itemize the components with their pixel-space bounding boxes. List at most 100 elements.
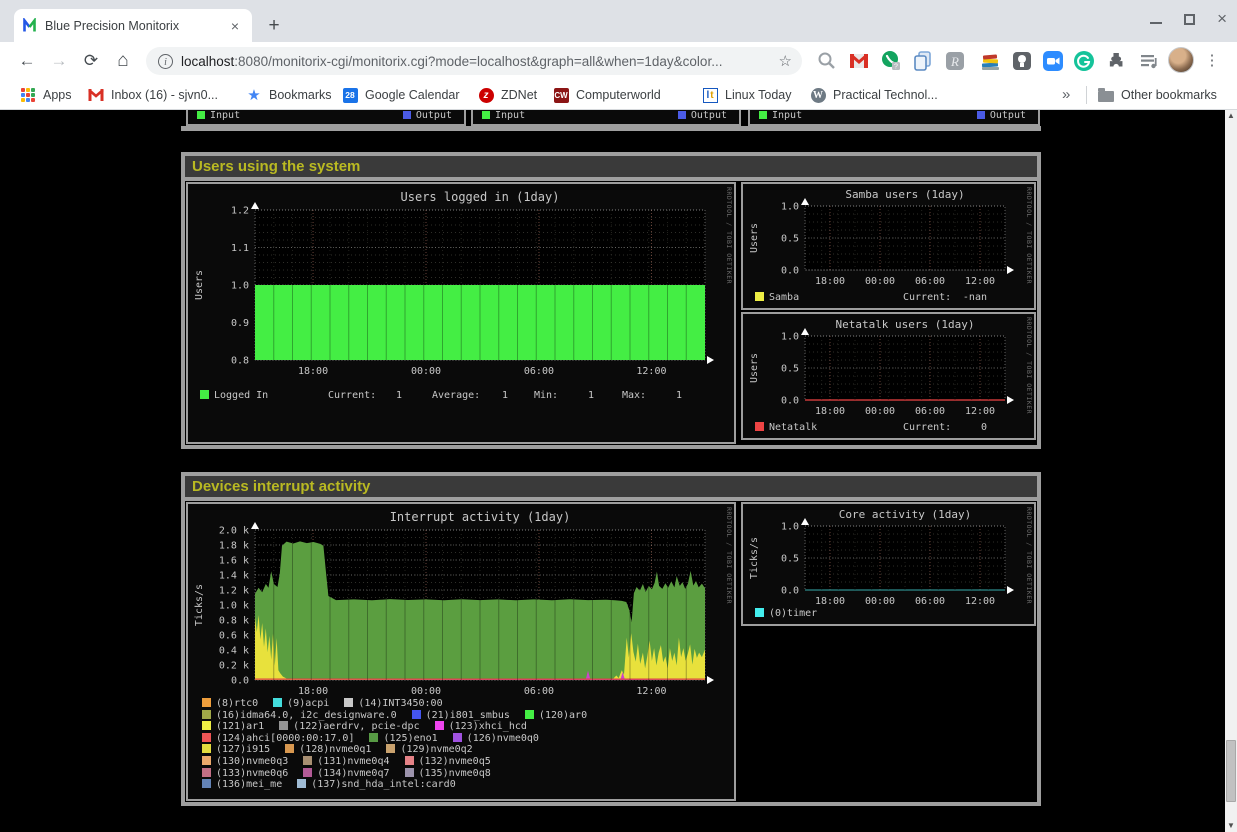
forward-button[interactable]: →	[45, 47, 73, 75]
bookmark-google-calendar[interactable]: 28 Google Calendar	[342, 80, 460, 110]
y-tick-label: 1.0	[231, 281, 249, 292]
new-tab-button[interactable]: +	[262, 14, 286, 38]
legend-item: (124)ahci[0000:00:17.0]	[202, 733, 354, 744]
interrupt-legend-row: (127)i915(128)nvme0q1(129)nvme0q2	[202, 744, 488, 755]
graph-interrupt-activity[interactable]: RRDTOOL / TOBI OETIKER Interrupt activit…	[186, 502, 736, 801]
y-tick-label: 0.0	[781, 586, 799, 597]
extensions-puzzle-icon[interactable]	[1104, 49, 1128, 73]
voice-extension-icon[interactable]: ?	[879, 49, 903, 73]
x-tick-label: 00:00	[865, 406, 895, 417]
partial-graph-box[interactable]: Input Output	[471, 110, 741, 126]
gmail-extension-icon[interactable]	[847, 49, 871, 73]
y-tick-label: 1.8 k	[219, 541, 249, 552]
y-tick-label: 0.5	[781, 554, 799, 565]
zoom-extension-icon[interactable]	[1041, 49, 1065, 73]
x-tick-label: 12:00	[636, 686, 666, 697]
scrollbar-up-icon[interactable]: ▲	[1225, 110, 1237, 122]
x-tick-label: 18:00	[815, 276, 845, 287]
r-script-extension-icon[interactable]: R	[943, 49, 967, 73]
svg-text:R: R	[950, 54, 959, 69]
vertical-scrollbar[interactable]: ▲ ▼	[1225, 110, 1237, 832]
browser-menu-icon[interactable]: ⋮	[1202, 49, 1222, 73]
x-tick-label: 06:00	[915, 406, 945, 417]
bookmark-apps[interactable]: Apps	[20, 80, 72, 110]
interrupt-legend-row: (136)mei_me(137)snd_hda_intel:card0	[202, 779, 471, 790]
legend-item: (135)nvme0q8	[405, 768, 491, 779]
legend-text: Netatalk	[755, 422, 817, 433]
y-tick-label: 0.6 k	[219, 631, 249, 642]
legend-item: (137)snd_hda_intel:card0	[297, 779, 456, 790]
y-tick-label: 1.2 k	[219, 586, 249, 597]
chart-title: Netatalk users (1day)	[835, 318, 974, 331]
y-tick-label: 0.8	[231, 356, 249, 367]
legend-item: (122)aerdrv, pcie-dpc	[279, 721, 419, 732]
other-bookmarks-button[interactable]: Other bookmarks	[1098, 80, 1217, 110]
legend-item: (125)eno1	[369, 733, 437, 744]
legend-item: (131)nvme0q4	[303, 756, 389, 767]
window-minimize-icon[interactable]	[1150, 22, 1162, 24]
partial-network-section: Input Output Input Output Input Output	[181, 110, 1041, 131]
y-tick-label: 1.6 k	[219, 556, 249, 567]
legend-text: -nan	[943, 292, 987, 303]
home-button[interactable]: ⌂	[109, 47, 137, 75]
window-close-icon[interactable]: ×	[1217, 12, 1227, 26]
copy-pages-extension-icon[interactable]	[911, 49, 935, 73]
y-axis-label: Users	[749, 223, 760, 253]
chart-canvas: Core activity (1day)1.00.50.018:0000:000…	[743, 504, 1034, 624]
window-maximize-icon[interactable]	[1184, 14, 1195, 25]
graph-samba-users[interactable]: RRDTOOL / TOBI OETIKER Samba users (1day…	[741, 182, 1036, 310]
bookmark-bookmarks[interactable]: ★ Bookmarks	[246, 80, 332, 110]
legend-item: (132)nvme0q5	[405, 756, 491, 767]
bookmarks-divider	[1086, 86, 1087, 104]
playlist-extension-icon[interactable]	[1137, 49, 1161, 73]
legend-text: (0)timer	[755, 608, 817, 619]
graph-netatalk-users[interactable]: RRDTOOL / TOBI OETIKER Netatalk users (1…	[741, 312, 1036, 440]
x-tick-label: 12:00	[965, 596, 995, 607]
graph-core-activity[interactable]: RRDTOOL / TOBI OETIKER Core activity (1d…	[741, 502, 1036, 626]
chart-canvas: Netatalk users (1day)1.00.50.018:0000:00…	[743, 314, 1034, 438]
address-bar[interactable]: i localhost:8080/monitorix-cgi/monitorix…	[146, 47, 802, 75]
tab-close-icon[interactable]: ×	[226, 17, 244, 35]
legend-item: (129)nvme0q2	[386, 744, 472, 755]
y-tick-label: 0.5	[781, 234, 799, 245]
page-content: Input Output Input Output Input Output U…	[0, 110, 1225, 832]
bookmark-zdnet[interactable]: z ZDNet	[478, 80, 537, 110]
browser-tab[interactable]: Blue Precision Monitorix ×	[14, 9, 252, 42]
bookmark-star-icon[interactable]: ☆	[779, 52, 792, 70]
x-tick-label: 18:00	[298, 366, 328, 377]
books-stack-extension-icon[interactable]	[978, 49, 1002, 73]
scrollbar-thumb[interactable]	[1226, 740, 1236, 802]
x-tick-label: 12:00	[965, 276, 995, 287]
search-extension-icon[interactable]	[815, 49, 839, 73]
legend-item: (133)nvme0q6	[202, 768, 288, 779]
page-info-icon[interactable]: i	[158, 54, 173, 69]
legend-item: (126)nvme0q0	[453, 733, 539, 744]
x-tick-label: 00:00	[411, 366, 441, 377]
x-tick-label: 12:00	[636, 366, 666, 377]
partial-graph-box[interactable]: Input Output	[748, 110, 1040, 126]
bookmarks-overflow-chevron[interactable]: »	[1062, 80, 1070, 110]
y-tick-label: 0.4 k	[219, 646, 249, 657]
legend-text: Average:	[432, 390, 480, 401]
y-tick-label: 0.9	[231, 318, 249, 329]
bookmark-computerworld[interactable]: CW Computerworld	[553, 80, 661, 110]
graph-users-logged-in[interactable]: RRDTOOL / TOBI OETIKER Users logged in (…	[186, 182, 736, 444]
y-tick-label: 1.0	[781, 202, 799, 213]
chart-title: Core activity (1day)	[839, 508, 971, 521]
partial-graph-box[interactable]: Input Output	[186, 110, 466, 126]
back-button[interactable]: ←	[13, 47, 41, 75]
url-text[interactable]: localhost:8080/monitorix-cgi/monitorix.c…	[181, 54, 722, 69]
bookmark-inbox[interactable]: Inbox (16) - sjvn0...	[88, 80, 218, 110]
grammarly-extension-icon[interactable]	[1072, 49, 1096, 73]
scrollbar-down-icon[interactable]: ▼	[1225, 820, 1237, 832]
bookmark-linux-today[interactable]: lt Linux Today	[702, 80, 792, 110]
interrupt-legend-row: (133)nvme0q6(134)nvme0q7(135)nvme0q8	[202, 768, 506, 779]
browser-toolbar: ← → ⟳ ⌂ i localhost:8080/monitorix-cgi/m…	[0, 42, 1237, 80]
bookmark-practical-technology[interactable]: W Practical Technol...	[810, 80, 938, 110]
legend-text: Samba	[755, 292, 799, 303]
lamp-extension-icon[interactable]	[1010, 49, 1034, 73]
y-tick-label: 0.0	[781, 396, 799, 407]
profile-avatar[interactable]	[1168, 47, 1194, 73]
legend-input: Input	[759, 110, 802, 121]
reload-button[interactable]: ⟳	[77, 47, 105, 75]
